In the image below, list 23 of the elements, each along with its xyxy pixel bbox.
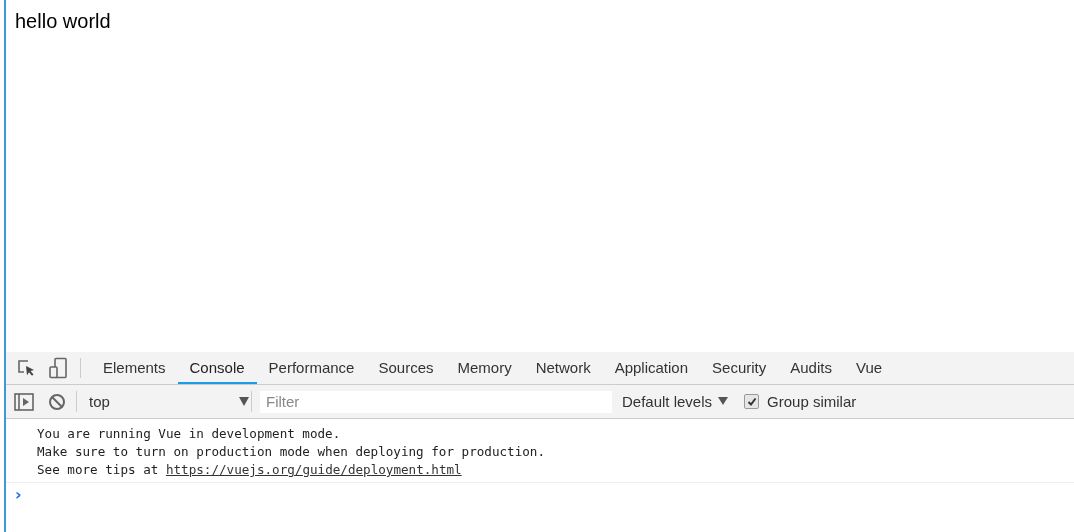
devtools-tab[interactable]: Memory: [445, 352, 524, 384]
console-link[interactable]: https://vuejs.org/guide/deployment.html: [165, 462, 462, 477]
devtools-tab[interactable]: Security: [700, 352, 779, 384]
clear-console-icon[interactable]: [48, 392, 66, 411]
device-icon[interactable]: [48, 357, 68, 379]
group-similar-checkbox[interactable]: [744, 394, 760, 409]
devtools-tab[interactable]: Application: [602, 352, 701, 384]
devtools-tab[interactable]: Elements: [91, 352, 178, 384]
console-message: See more tips at: [37, 462, 159, 477]
devtools-tab[interactable]: Performance: [256, 352, 367, 384]
sidebar-toggle-icon[interactable]: [14, 392, 34, 411]
devtools-tab[interactable]: Network: [523, 352, 603, 384]
page-heading: hello world: [15, 10, 111, 33]
levels-dropdown[interactable]: Default levels: [622, 393, 729, 410]
filter-field[interactable]: Filter: [260, 390, 612, 413]
inspect-cursor-icon[interactable]: [16, 358, 36, 378]
devtools-tab[interactable]: Audits: [778, 352, 844, 384]
prompt-chevron: ›: [15, 485, 22, 504]
devtools-tab[interactable]: Vue: [843, 352, 895, 384]
devtools-tab[interactable]: Sources: [366, 352, 446, 384]
console-message: Make sure to turn on production mode when deploying for production.: [37, 444, 545, 459]
group-similar-label: Group similar: [767, 393, 857, 410]
console-message: You are running Vue in development mode.: [37, 426, 341, 441]
